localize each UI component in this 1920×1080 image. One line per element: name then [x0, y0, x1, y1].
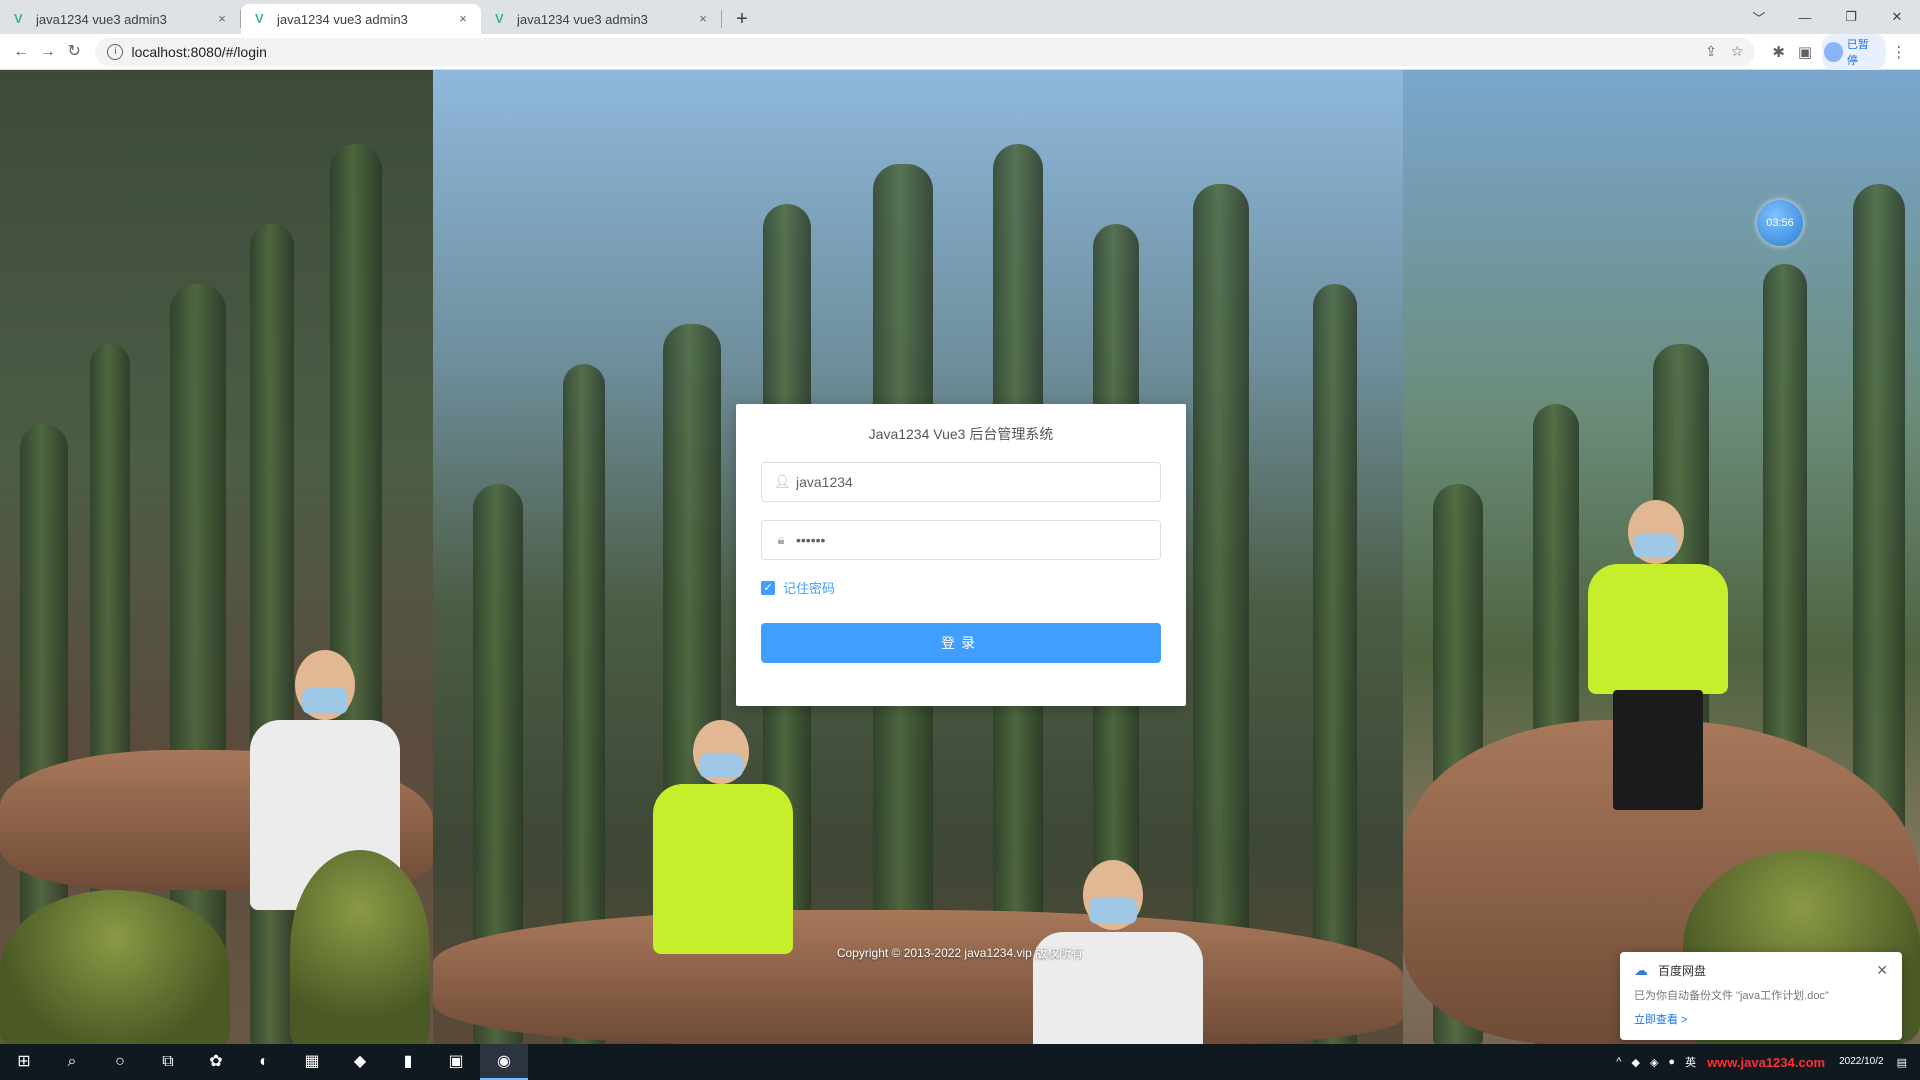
menu-kebab-icon[interactable]: ⋮ [1886, 43, 1912, 61]
tab-separator [721, 10, 722, 28]
notification-center-icon[interactable]: ▤ [1892, 1056, 1912, 1069]
toast-title: 百度网盘 [1658, 964, 1707, 978]
toast-header: ☁ 百度网盘 ✕ [1634, 962, 1888, 979]
tab-search-icon[interactable]: ﹀ [1736, 8, 1782, 27]
background-photo-left [0, 70, 433, 1044]
remember-label[interactable]: 记住密码 [783, 578, 835, 597]
task-view-icon[interactable]: ⧉ [144, 1044, 192, 1080]
edge-browser-icon[interactable]: ◐ [240, 1044, 288, 1080]
extensions-puzzle-icon[interactable]: ✱ [1765, 43, 1791, 61]
profile-status-label: 已暂停 [1846, 38, 1869, 67]
close-tab-icon[interactable]: × [695, 11, 711, 27]
user-icon: 👤︎ [774, 474, 791, 489]
window-controls: ﹀ — ❐ ✕ [1736, 0, 1920, 34]
remember-password[interactable]: ✓ 记住密码 [761, 578, 1161, 597]
tray-app-icon[interactable]: ◆ [1626, 1056, 1644, 1069]
login-page: 03:56 Java1234 Vue3 后台管理系统 👤︎ 🔒︎ ✓ 记住密码 … [0, 70, 1920, 1044]
tab-title: java1234 vue3 admin3 [277, 11, 408, 27]
profile-button[interactable]: 已暂停 [1822, 33, 1886, 70]
close-tab-icon[interactable]: × [214, 11, 230, 27]
remember-checkbox[interactable]: ✓ [761, 580, 775, 595]
child-figure [1583, 500, 1733, 830]
browser-tab-strip: V java1234 vue3 admin3 × V java1234 vue3… [0, 0, 1920, 34]
close-icon[interactable]: ✕ [1876, 962, 1888, 979]
notification-toast[interactable]: ☁ 百度网盘 ✕ 已为你自动备份文件 "java工作计划.doc" 立即查看 > [1620, 952, 1902, 1040]
chrome-icon[interactable]: ◉ [480, 1044, 528, 1080]
tray-app-icon[interactable]: ◈ [1645, 1056, 1663, 1069]
lock-icon: 🔒︎ [777, 532, 785, 547]
watermark-text: www.java1234.com [1707, 1054, 1826, 1070]
windows-taskbar: ⊞ ⌕ ○ ⧉ ✿ ◐ ▦ ◆ ▮ ▣ ◉ ^ ◆ ◈ ● 英 www.java… [0, 1044, 1920, 1080]
avatar [1824, 41, 1843, 62]
ime-indicator[interactable]: 英 [1680, 1054, 1701, 1070]
browser-tab[interactable]: V java1234 vue3 admin3 × [481, 4, 721, 34]
vue-favicon-icon: V [495, 11, 504, 26]
store-icon[interactable]: ▦ [288, 1044, 336, 1080]
rock-shape [433, 910, 1403, 1044]
close-window-icon[interactable]: ✕ [1874, 9, 1920, 25]
browser-tab[interactable]: V java1234 vue3 admin3 × [0, 4, 240, 34]
cloud-icon: ☁ [1634, 962, 1648, 978]
bookmark-star-icon[interactable]: ☆ [1731, 43, 1744, 60]
login-form: Java1234 Vue3 后台管理系统 👤︎ 🔒︎ ✓ 记住密码 登录 [736, 404, 1186, 706]
search-icon[interactable]: ⌕ [48, 1044, 96, 1080]
vue-favicon-icon: V [255, 11, 264, 26]
system-tray: ^ ◆ ◈ ● 英 www.java1234.com 2022/10/2 ▤ [1611, 1044, 1920, 1080]
intellij-icon[interactable]: ▣ [432, 1044, 480, 1080]
vs-icon[interactable]: ◆ [336, 1044, 384, 1080]
side-panel-icon[interactable]: ▣ [1792, 43, 1818, 61]
barrel-cactus-shape [0, 890, 230, 1044]
password-input[interactable] [796, 532, 1148, 548]
cactus-shape [1313, 284, 1357, 1044]
taskbar-date[interactable]: 2022/10/2 [1831, 1055, 1892, 1069]
back-arrow-icon[interactable]: ← [8, 38, 34, 66]
username-input[interactable] [796, 474, 1148, 490]
share-icon[interactable]: ⇪ [1705, 43, 1717, 60]
site-info-icon[interactable]: i [107, 43, 124, 60]
restore-icon[interactable]: ❐ [1828, 9, 1874, 25]
address-bar[interactable]: i localhost:8080/#/login ⇪ ☆ [95, 37, 1756, 66]
tray-app-icon[interactable]: ● [1663, 1056, 1680, 1068]
password-field[interactable]: 🔒︎ [761, 520, 1161, 560]
username-field[interactable]: 👤︎ [761, 462, 1161, 502]
background-photo-right [1403, 70, 1920, 1044]
start-windows-icon[interactable]: ⊞ [0, 1044, 48, 1080]
child-figure [643, 720, 803, 1040]
minimize-icon[interactable]: — [1782, 10, 1828, 25]
forward-arrow-icon[interactable]: → [34, 38, 60, 66]
app-icon[interactable]: ✿ [192, 1044, 240, 1080]
close-tab-icon[interactable]: × [455, 11, 471, 27]
new-tab-button[interactable]: + [728, 6, 756, 34]
file-icon[interactable]: ▮ [384, 1044, 432, 1080]
url-text[interactable]: localhost:8080/#/login [131, 44, 1691, 60]
login-title: Java1234 Vue3 后台管理系统 [868, 426, 1054, 442]
login-button[interactable]: 登录 [761, 623, 1161, 663]
vue-favicon-icon: V [14, 11, 23, 26]
tab-title: java1234 vue3 admin3 [517, 11, 648, 27]
tab-title: java1234 vue3 admin3 [36, 11, 167, 27]
toast-message: 已为你自动备份文件 "java工作计划.doc" [1634, 990, 1829, 1002]
reload-icon[interactable]: ↻ [61, 38, 87, 66]
floating-clock-widget[interactable]: 03:56 [1757, 200, 1803, 246]
cortana-circle-icon[interactable]: ○ [96, 1044, 144, 1080]
browser-tab-active[interactable]: V java1234 vue3 admin3 × [241, 4, 481, 34]
toast-link[interactable]: 立即查看 > [1634, 1011, 1888, 1027]
browser-toolbar: ← → ↻ i localhost:8080/#/login ⇪ ☆ ✱ ▣ 已… [0, 33, 1920, 70]
toolbar-actions: ✱ ▣ 已暂停 ⋮ [1765, 33, 1912, 70]
tray-chevron-icon[interactable]: ^ [1611, 1056, 1626, 1068]
